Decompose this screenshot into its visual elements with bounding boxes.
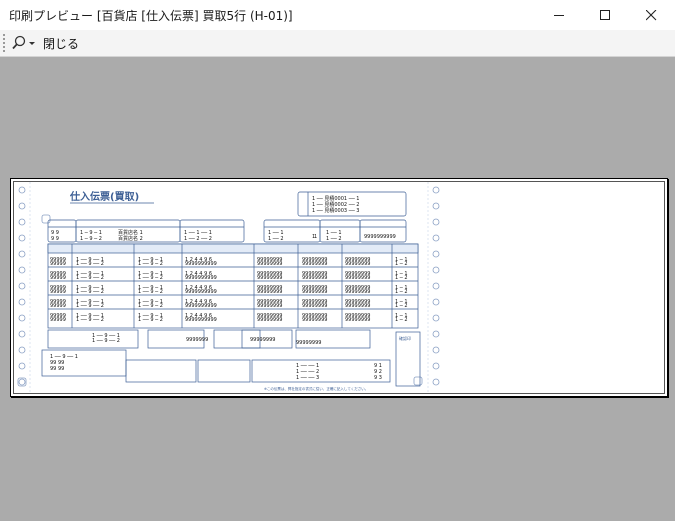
svg-text:99999: 99999	[50, 289, 66, 295]
svg-text:1 ── ── 3: 1 ── ── 3	[296, 375, 319, 381]
svg-text:99 99: 99 99	[50, 366, 64, 372]
close-icon	[646, 10, 657, 21]
svg-text:99999999: 99999999	[302, 261, 327, 267]
page-marker: 1	[312, 234, 315, 240]
svg-text:1 ── 2: 1 ── 2	[326, 236, 342, 242]
svg-text:百貨店名 2: 百貨店名 2	[118, 235, 143, 242]
confirm-label: 確認印	[399, 335, 411, 341]
voucher-form-drawing: 仕入伝票(買取) 1 ── 見積0001 ── 1 1 ── 見積0002 ──…	[17, 182, 440, 393]
svg-text:1 ─ 2: 1 ─ 2	[395, 303, 408, 309]
print-page: 仕入伝票(買取) 1 ── 見積0001 ── 1 1 ── 見積0002 ──…	[10, 178, 668, 397]
svg-text:9999999: 9999999	[186, 337, 208, 343]
svg-text:99999999: 99999999	[257, 303, 282, 309]
voucher-form: 仕入伝票(買取) 1 ── 見積0001 ── 1 1 ── 見積0002 ──…	[13, 181, 665, 394]
svg-text:1 ── 見積0003 ── 3: 1 ── 見積0003 ── 3	[312, 207, 360, 214]
svg-text:1 ── 9 ── 2: 1 ── 9 ── 2	[76, 275, 104, 281]
feed-holes-left	[18, 186, 26, 386]
minimize-button[interactable]	[536, 0, 582, 30]
svg-text:99999999: 99999999	[345, 289, 370, 295]
svg-text:9999999999: 9999999999	[185, 275, 217, 281]
svg-text:1 ── 見積0001 ── 1: 1 ── 見積0001 ── 1	[312, 195, 360, 202]
svg-text:99999999: 99999999	[296, 340, 321, 346]
svg-text:9999999999: 9999999999	[185, 303, 217, 309]
svg-text:1 ─ 2: 1 ─ 2	[395, 289, 408, 295]
feed-holes-right	[432, 186, 440, 386]
svg-text:1 ─ 2: 1 ─ 2	[395, 317, 408, 323]
close-preview-button[interactable]: 閉じる	[43, 35, 79, 52]
svg-text:99999999: 99999999	[345, 275, 370, 281]
svg-text:99999999: 99999999	[257, 275, 282, 281]
svg-text:1 ─ 2: 1 ─ 2	[395, 275, 408, 281]
svg-text:1 ── 9 ─ 2: 1 ── 9 ─ 2	[138, 289, 163, 295]
svg-text:99999999: 99999999	[250, 337, 275, 343]
svg-text:99999: 99999	[50, 261, 66, 267]
title-bar: 印刷プレビュー [百貨店 [仕入伝票] 買取5行 (H-01)]	[0, 0, 675, 30]
svg-text:1 ── 9 ─ 2: 1 ── 9 ─ 2	[138, 275, 163, 281]
svg-text:1 ── 9 ── 2: 1 ── 9 ── 2	[76, 303, 104, 309]
printed-codes-top: 1 ── 見積0001 ── 1 1 ── 見積0002 ── 2 1 ── 見…	[312, 195, 360, 214]
svg-text:9 3: 9 3	[374, 375, 382, 381]
maximize-button[interactable]	[582, 0, 628, 30]
svg-text:9999999999: 9999999999	[185, 261, 217, 267]
maximize-icon	[600, 10, 610, 20]
toolbar-grip	[3, 34, 7, 52]
header-values: 9 99 9 1 ─ 9 ─ 11 ─ 9 ─ 2 百貨店名 1百貨店名 2 1…	[51, 229, 396, 242]
svg-text:1 ── 9 ─ 2: 1 ── 9 ─ 2	[138, 317, 163, 323]
svg-text:99999999: 99999999	[257, 317, 282, 323]
svg-text:1 ─ 2: 1 ─ 2	[395, 261, 408, 267]
svg-text:99999999: 99999999	[257, 289, 282, 295]
svg-text:1 ── 見積0002 ── 2: 1 ── 見積0002 ── 2	[312, 201, 360, 208]
svg-text:1 ── 9 ─ 2: 1 ── 9 ─ 2	[138, 303, 163, 309]
svg-text:百貨店名 1: 百貨店名 1	[118, 229, 143, 236]
magnifier-icon	[12, 35, 35, 50]
form-title: 仕入伝票(買取)	[69, 190, 139, 203]
minimize-icon	[554, 15, 564, 16]
svg-text:9999999999: 9999999999	[185, 317, 217, 323]
svg-text:1 ── 9 ── 2: 1 ── 9 ── 2	[76, 317, 104, 323]
svg-text:1 ── 9 ── 2: 1 ── 9 ── 2	[76, 289, 104, 295]
svg-text:99999999: 99999999	[302, 317, 327, 323]
svg-text:9999999999: 9999999999	[185, 289, 217, 295]
svg-text:99999: 99999	[50, 275, 66, 281]
svg-text:99999: 99999	[50, 303, 66, 309]
svg-text:1 ── 9 ── 2: 1 ── 9 ── 2	[76, 261, 104, 267]
toolbar: 閉じる	[0, 30, 675, 57]
svg-text:9 9: 9 9	[51, 236, 59, 242]
svg-text:99999: 99999	[50, 317, 66, 323]
svg-text:1 ── 2 ── 2: 1 ── 2 ── 2	[184, 236, 212, 242]
totals-values: 1 ── 9 ── 11 ── 9 ── 2 9999999 99999999 …	[50, 333, 382, 381]
svg-text:1 ─ 9 ─ 2: 1 ─ 9 ─ 2	[80, 236, 102, 242]
chevron-down-icon	[29, 42, 35, 45]
svg-text:1 ── 2: 1 ── 2	[268, 236, 284, 242]
svg-text:99999999: 99999999	[345, 261, 370, 267]
svg-text:1 ── 9 ── 2: 1 ── 9 ── 2	[92, 338, 120, 344]
svg-text:1 ── 9 ─ 2: 1 ── 9 ─ 2	[138, 261, 163, 267]
svg-text:9999999999: 9999999999	[364, 234, 396, 240]
svg-text:99999999: 99999999	[302, 303, 327, 309]
svg-text:99999999: 99999999	[257, 261, 282, 267]
svg-text:99999999: 99999999	[345, 317, 370, 323]
window-title: 印刷プレビュー [百貨店 [仕入伝票] 買取5行 (H-01)]	[9, 9, 293, 23]
footer-note: ※この伝票は、弊社指定の書式に従い、正確に記入してください。	[264, 386, 368, 391]
svg-text:99999999: 99999999	[302, 275, 327, 281]
svg-text:99999999: 99999999	[302, 289, 327, 295]
zoom-dropdown-button[interactable]	[11, 34, 37, 52]
svg-text:99999999: 99999999	[345, 303, 370, 309]
close-window-button[interactable]	[628, 0, 674, 30]
